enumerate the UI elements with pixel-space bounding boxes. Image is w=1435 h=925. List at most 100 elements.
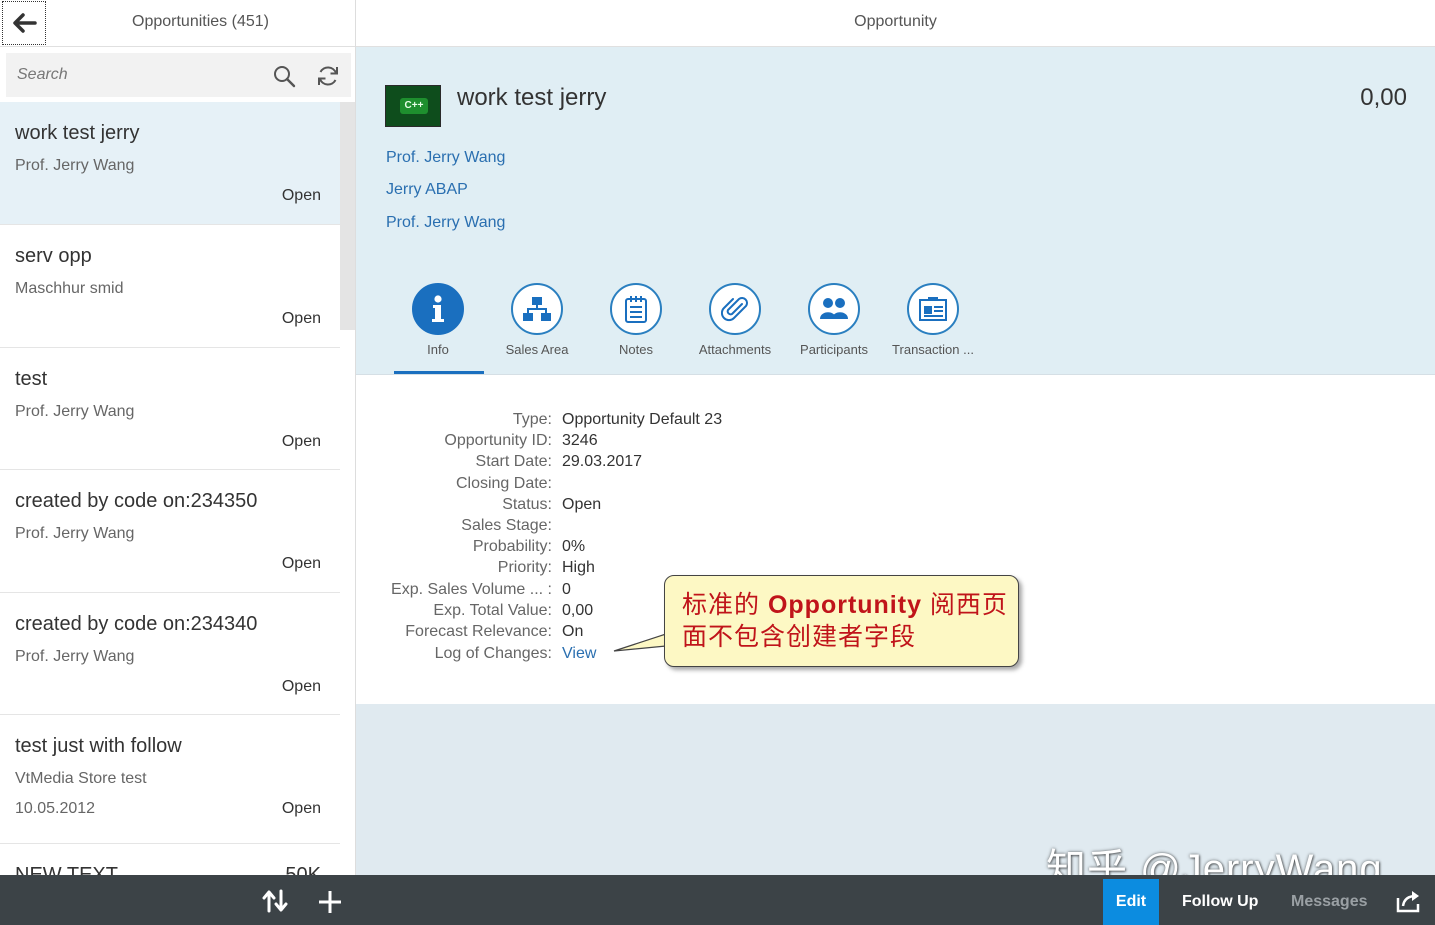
tab-label: Attachments	[698, 342, 772, 357]
item-status: Open	[281, 433, 321, 450]
form-value: 0%	[562, 538, 586, 555]
refresh-icon[interactable]	[316, 64, 340, 88]
item-subtitle: Prof. Jerry Wang	[15, 157, 135, 174]
form-label: Closing Date:	[455, 475, 552, 492]
tab-transaction-circle	[907, 283, 959, 335]
item-status: 50K	[285, 864, 321, 875]
callout-pointer	[613, 633, 667, 652]
form-label: Start Date:	[475, 453, 552, 470]
item-status: Open	[281, 678, 321, 695]
tab-sales-area-circle	[511, 283, 563, 335]
group-icon	[820, 298, 848, 319]
tab-sales-area[interactable]: Sales Area	[487, 283, 587, 357]
item-status: Open	[281, 555, 321, 572]
list-item[interactable]: NEW TEXT 50K	[0, 844, 340, 875]
form-label: Status:	[502, 496, 552, 513]
item-status: Open	[281, 187, 321, 204]
item-subtitle: VtMedia Store test	[15, 770, 147, 787]
search-input[interactable]	[6, 53, 267, 97]
tab-info[interactable]: Info	[388, 283, 488, 357]
object-attribute-link[interactable]: Prof. Jerry Wang	[386, 149, 505, 167]
list-item[interactable]: serv opp Maschhur smid Open	[0, 225, 340, 348]
form-value: Opportunity Default 23	[562, 411, 723, 428]
view-log-link[interactable]: View	[562, 645, 596, 663]
edit-button[interactable]: Edit	[1103, 879, 1159, 925]
tab-label: Transaction ...	[892, 342, 974, 357]
object-title: work test jerry	[457, 84, 607, 111]
item-title: created by code on:234350	[15, 490, 258, 512]
list-item[interactable]: test Prof. Jerry Wang Open	[0, 348, 340, 470]
item-subtitle: Maschhur smid	[15, 280, 124, 297]
business-card-icon	[919, 297, 947, 321]
item-date: 10.05.2012	[15, 800, 96, 817]
list-item[interactable]: created by code on:234350 Prof. Jerry Wa…	[0, 470, 340, 593]
tab-notes[interactable]: Notes	[586, 283, 686, 357]
tab-label: Participants	[800, 342, 868, 357]
master-header: Opportunities (451)	[0, 0, 355, 47]
item-subtitle: Prof. Jerry Wang	[15, 525, 135, 542]
hierarchy-icon	[523, 297, 551, 321]
form-label: Probability:	[472, 538, 552, 555]
detail-footer: Edit Follow Up Messages	[356, 875, 1435, 925]
form-label: Log of Changes:	[434, 645, 552, 662]
detail-header: Opportunity	[356, 0, 1435, 47]
item-subtitle: Prof. Jerry Wang	[15, 648, 135, 665]
master-title: Opportunities (451)	[132, 13, 269, 30]
item-title: test	[15, 368, 48, 390]
tab-label: Sales Area	[505, 342, 569, 357]
form-label: Sales Stage:	[461, 517, 552, 534]
form-value: 0	[562, 581, 571, 598]
form-value: 3246	[562, 432, 598, 449]
tab-attachments-circle	[709, 283, 761, 335]
form-label: Exp. Total Value:	[433, 602, 552, 619]
form-label: Priority:	[497, 559, 552, 576]
form-value: 0,00	[562, 602, 594, 619]
paperclip-icon	[721, 297, 748, 322]
callout-text: 标准的 Opportunity 阅西页面不包含创建者字段	[682, 589, 1012, 653]
list-scrollbar[interactable]	[340, 102, 355, 330]
annotation-callout: 标准的 Opportunity 阅西页面不包含创建者字段	[664, 575, 1019, 667]
notes-icon	[625, 296, 647, 323]
tab-label: Info	[427, 342, 449, 357]
share-icon[interactable]	[1396, 889, 1422, 913]
item-title: work test jerry	[15, 122, 140, 144]
list-item[interactable]: work test jerry Prof. Jerry Wang Open	[0, 102, 340, 225]
detail-title: Opportunity	[854, 13, 937, 30]
callout-text-bold: Opportunity	[767, 591, 922, 619]
item-title: created by code on:234340	[15, 613, 258, 635]
add-icon[interactable]	[317, 889, 343, 915]
tab-notes-circle	[610, 283, 662, 335]
tab-participants[interactable]: Participants	[784, 283, 884, 357]
search-icon[interactable]	[272, 64, 296, 88]
messages-button[interactable]: Messages	[1291, 879, 1368, 925]
list-item[interactable]: test just with follow VtMedia Store test…	[0, 715, 340, 844]
object-image-label: C++	[400, 98, 428, 114]
search-bar	[6, 53, 351, 97]
tab-label: Notes	[619, 342, 653, 357]
opportunity-list: work test jerry Prof. Jerry Wang Open se…	[0, 102, 340, 875]
object-attribute-link[interactable]: Jerry ABAP	[386, 181, 468, 199]
master-footer	[0, 875, 356, 925]
object-attribute-link[interactable]: Prof. Jerry Wang	[386, 214, 505, 232]
list-item[interactable]: created by code on:234340 Prof. Jerry Wa…	[0, 593, 340, 715]
form-label: Type:	[512, 411, 552, 428]
item-subtitle: Prof. Jerry Wang	[15, 403, 135, 420]
master-list-pane: Opportunities (451) work test jerry Prof…	[0, 0, 356, 875]
item-status: Open	[281, 800, 321, 817]
back-button[interactable]	[2, 1, 46, 45]
object-number: 0,00	[1360, 84, 1407, 111]
item-title: test just with follow	[15, 735, 182, 757]
form-value: On	[562, 623, 584, 640]
item-title: NEW TEXT	[15, 864, 118, 875]
info-icon	[432, 295, 444, 322]
form-value: Open	[562, 496, 602, 513]
sort-icon[interactable]	[262, 889, 288, 913]
tab-attachments[interactable]: Attachments	[685, 283, 785, 357]
arrow-left-icon	[13, 13, 37, 33]
object-header: C++ work test jerry 0,00 Prof. Jerry Wan…	[356, 47, 1435, 374]
form-label: Opportunity ID:	[444, 432, 552, 449]
tab-transaction[interactable]: Transaction ...	[883, 283, 983, 357]
form-label: Forecast Relevance:	[405, 623, 552, 640]
callout-text-prefix: 标准的	[682, 591, 768, 619]
follow-up-button[interactable]: Follow Up	[1182, 879, 1258, 925]
